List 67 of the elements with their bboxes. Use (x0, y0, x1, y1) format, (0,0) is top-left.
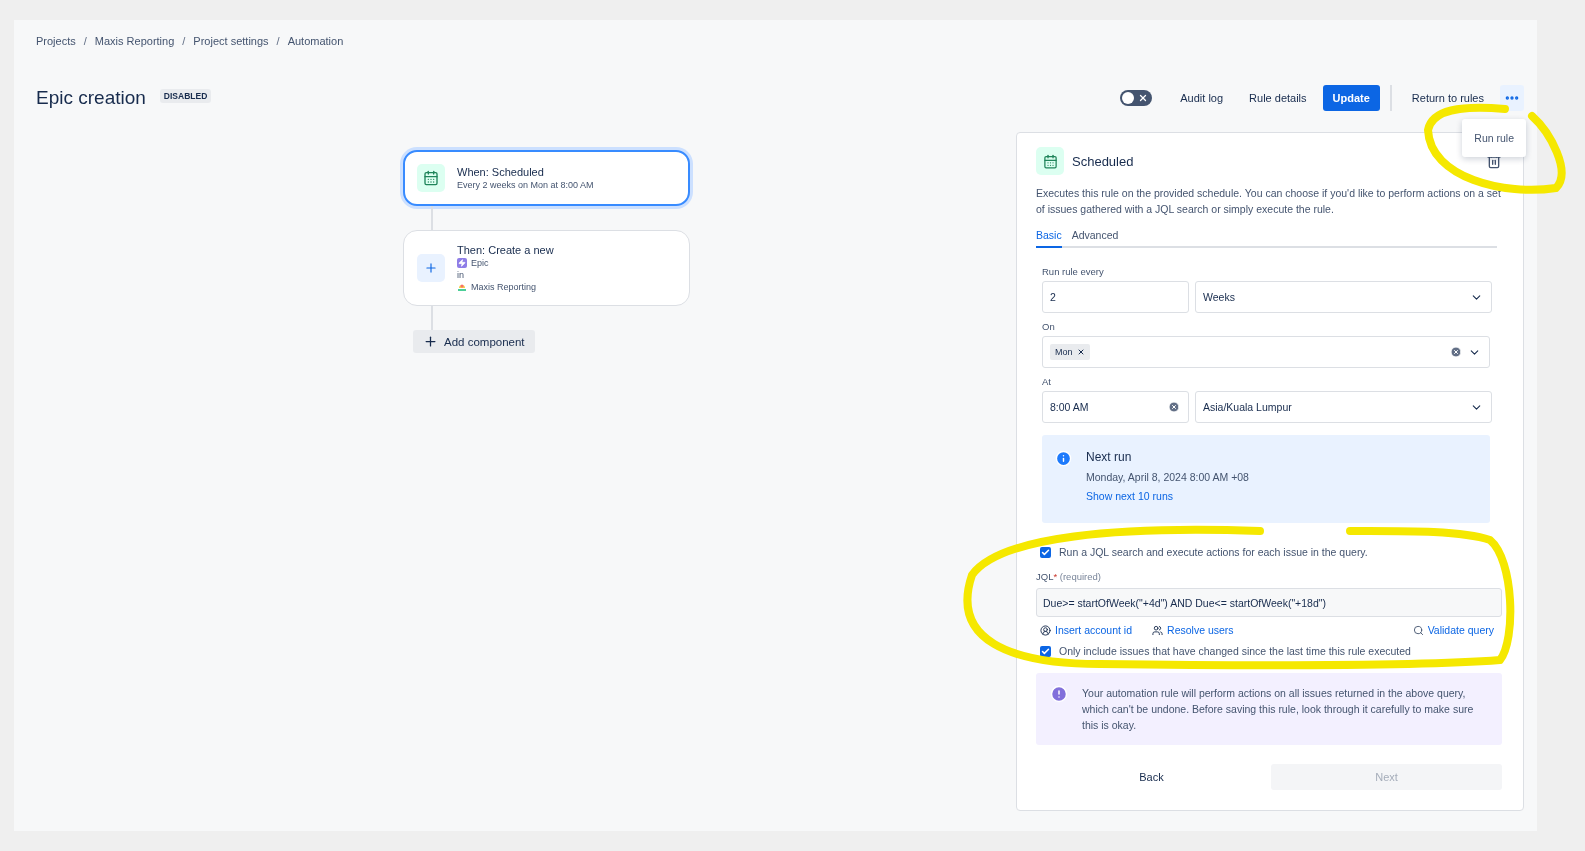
epic-icon (457, 258, 467, 268)
issue-type: Epic (471, 258, 489, 268)
search-icon (1412, 624, 1424, 636)
checkbox-label: Run a JQL search and execute actions for each issue in the query. (1059, 546, 1368, 558)
status-lozenge: DISABLED (159, 89, 212, 103)
field-label: At (1042, 376, 1052, 387)
project-icon (457, 282, 467, 292)
rule-details-button[interactable]: Rule details (1239, 86, 1317, 110)
breadcrumb-link[interactable]: Project settings (193, 35, 269, 47)
insert-account-link[interactable]: Insert account id (1040, 624, 1133, 636)
panel-title: Scheduled (1072, 153, 1134, 169)
rule-toggle[interactable] (1120, 90, 1153, 106)
node-title: Then: Create a new (457, 244, 554, 256)
calendar-icon (1036, 147, 1064, 175)
audit-log-button[interactable]: Audit log (1170, 86, 1234, 110)
user-icon (1040, 624, 1051, 636)
next-run-date: Monday, April 8, 2024 8:00 AM +08 (1086, 471, 1249, 483)
jql-input[interactable]: Due>= startOfWeek("+4d") AND Due<= startOfWeek("+18d") (1036, 588, 1502, 617)
panel-description: Executes this rule on the provided schedule. You can choose if you'd like to perform actions on a set of issues gathered with a JQL search or simply execute the rule. (1036, 186, 1502, 217)
timezone-select[interactable]: Asia/Kuala Lumpur (1195, 391, 1492, 423)
breadcrumb-separator: / (83, 35, 87, 47)
cross-icon (1138, 93, 1149, 103)
unit-select[interactable]: Weeks (1195, 281, 1492, 313)
menu-item[interactable]: Run rule (1462, 124, 1526, 152)
warning-icon (1050, 685, 1068, 703)
info-icon (1055, 450, 1072, 467)
tab[interactable]: Basic (1036, 225, 1062, 248)
field-label: On (1042, 321, 1056, 332)
remove-icon[interactable] (1076, 348, 1085, 356)
add-component-button[interactable]: Add component (413, 330, 535, 353)
time-input[interactable]: 8:00 AM (1042, 391, 1189, 423)
interval-input[interactable]: 2 (1042, 281, 1189, 313)
breadcrumb-link[interactable]: Projects (36, 35, 76, 47)
plus-icon (423, 334, 438, 349)
field-label: Run rule every (1042, 266, 1105, 277)
day-tag: Mon (1050, 344, 1090, 360)
day-select[interactable]: Mon (1042, 336, 1490, 368)
checkbox[interactable] (1040, 546, 1051, 558)
show-runs-link[interactable]: Show next 10 runs (1086, 490, 1249, 502)
more-button[interactable] (1500, 85, 1524, 111)
back-button[interactable]: Back (1036, 764, 1267, 790)
clear-icon[interactable] (1450, 346, 1462, 358)
tab[interactable]: Advanced (1071, 225, 1119, 248)
node-title: When: Scheduled (457, 166, 545, 178)
joiner-text: in (457, 270, 464, 280)
calendar-icon (417, 164, 445, 192)
users-icon (1152, 624, 1164, 636)
action-node[interactable]: Then: Create a new Epic in Maxis Reporting (403, 230, 690, 306)
clear-icon[interactable] (1168, 401, 1180, 413)
breadcrumb-separator: / (276, 35, 280, 47)
breadcrumb-link[interactable]: Automation (287, 35, 344, 47)
resolve-users-link[interactable]: Resolve users (1152, 624, 1234, 636)
checkbox[interactable] (1040, 645, 1051, 657)
return-to-rules-button[interactable]: Return to rules (1401, 86, 1494, 110)
checkbox-label: Only include issues that have changed since the last time this rule executed (1059, 645, 1411, 657)
next-run-title: Next run (1086, 450, 1133, 464)
jql-label: JQL* (required) (1036, 571, 1102, 582)
plus-icon (417, 254, 445, 282)
update-button[interactable]: Update (1322, 85, 1380, 111)
node-subtitle: Every 2 weeks on Mon at 8:00 AM (457, 180, 594, 190)
validate-query-link[interactable]: Validate query (1412, 624, 1494, 636)
breadcrumb-link[interactable]: Maxis Reporting (94, 35, 175, 47)
breadcrumb-separator: / (182, 35, 186, 47)
page-title: Epic creation (36, 87, 146, 109)
warning-text: Your automation rule will perform actions on all issues returned in the above query, which can't be undone. Before saving this rule, look through it carefully to make sure this is okay. (1082, 686, 1475, 733)
trigger-node[interactable]: When: Scheduled Every 2 weeks on Mon at 8:00 AM (403, 150, 690, 206)
project-name: Maxis Reporting (471, 282, 537, 292)
